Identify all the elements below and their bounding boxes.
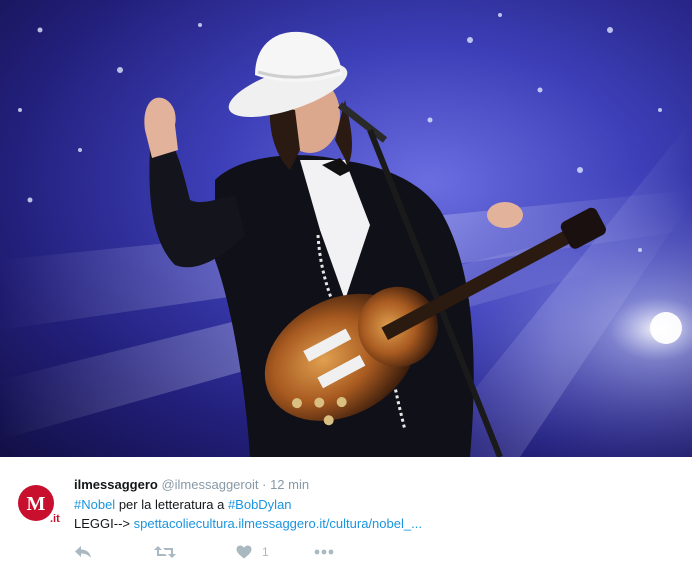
- tweet-text-prefix: LEGGI-->: [74, 516, 134, 531]
- avatar[interactable]: M .it: [16, 483, 60, 527]
- retweet-icon: [154, 546, 176, 558]
- header-separator: ·: [262, 477, 267, 492]
- tweet-text-middle: per la letteratura a: [115, 497, 228, 512]
- timestamp[interactable]: 12 min: [270, 477, 309, 492]
- hashtag-bobdylan[interactable]: #BobDylan: [228, 497, 292, 512]
- article-link[interactable]: spettacoliecultura.ilmessaggero.it/cultu…: [134, 516, 422, 531]
- retweet-button[interactable]: [154, 543, 176, 561]
- author-name[interactable]: ilmessaggero: [74, 477, 158, 492]
- reply-button[interactable]: [74, 543, 92, 561]
- like-count: 1: [262, 545, 269, 559]
- hashtag-nobel[interactable]: #Nobel: [74, 497, 115, 512]
- tweet-photo[interactable]: [0, 0, 692, 457]
- tweet-content: M .it ilmessaggero @ilmessaggeroit · 12 …: [0, 457, 692, 579]
- more-button[interactable]: [314, 543, 334, 561]
- more-icon: [314, 549, 334, 555]
- avatar-letter: M: [27, 493, 46, 515]
- tweet-text-line-1: #Nobel per la letteratura a #BobDylan: [74, 497, 292, 512]
- avatar-suffix: .it: [50, 513, 60, 525]
- tweet-card: M .it ilmessaggero @ilmessaggeroit · 12 …: [0, 0, 692, 579]
- tweet-header: ilmessaggero @ilmessaggeroit · 12 min: [74, 477, 309, 492]
- tweet-actions: 1: [74, 543, 474, 561]
- like-button[interactable]: 1: [236, 543, 269, 561]
- tweet-text-line-2: LEGGI--> spettacoliecultura.ilmessaggero…: [74, 516, 422, 531]
- like-icon: [236, 545, 252, 559]
- author-handle[interactable]: @ilmessaggeroit: [161, 477, 258, 492]
- reply-icon: [75, 546, 91, 558]
- performer-image: [0, 0, 692, 457]
